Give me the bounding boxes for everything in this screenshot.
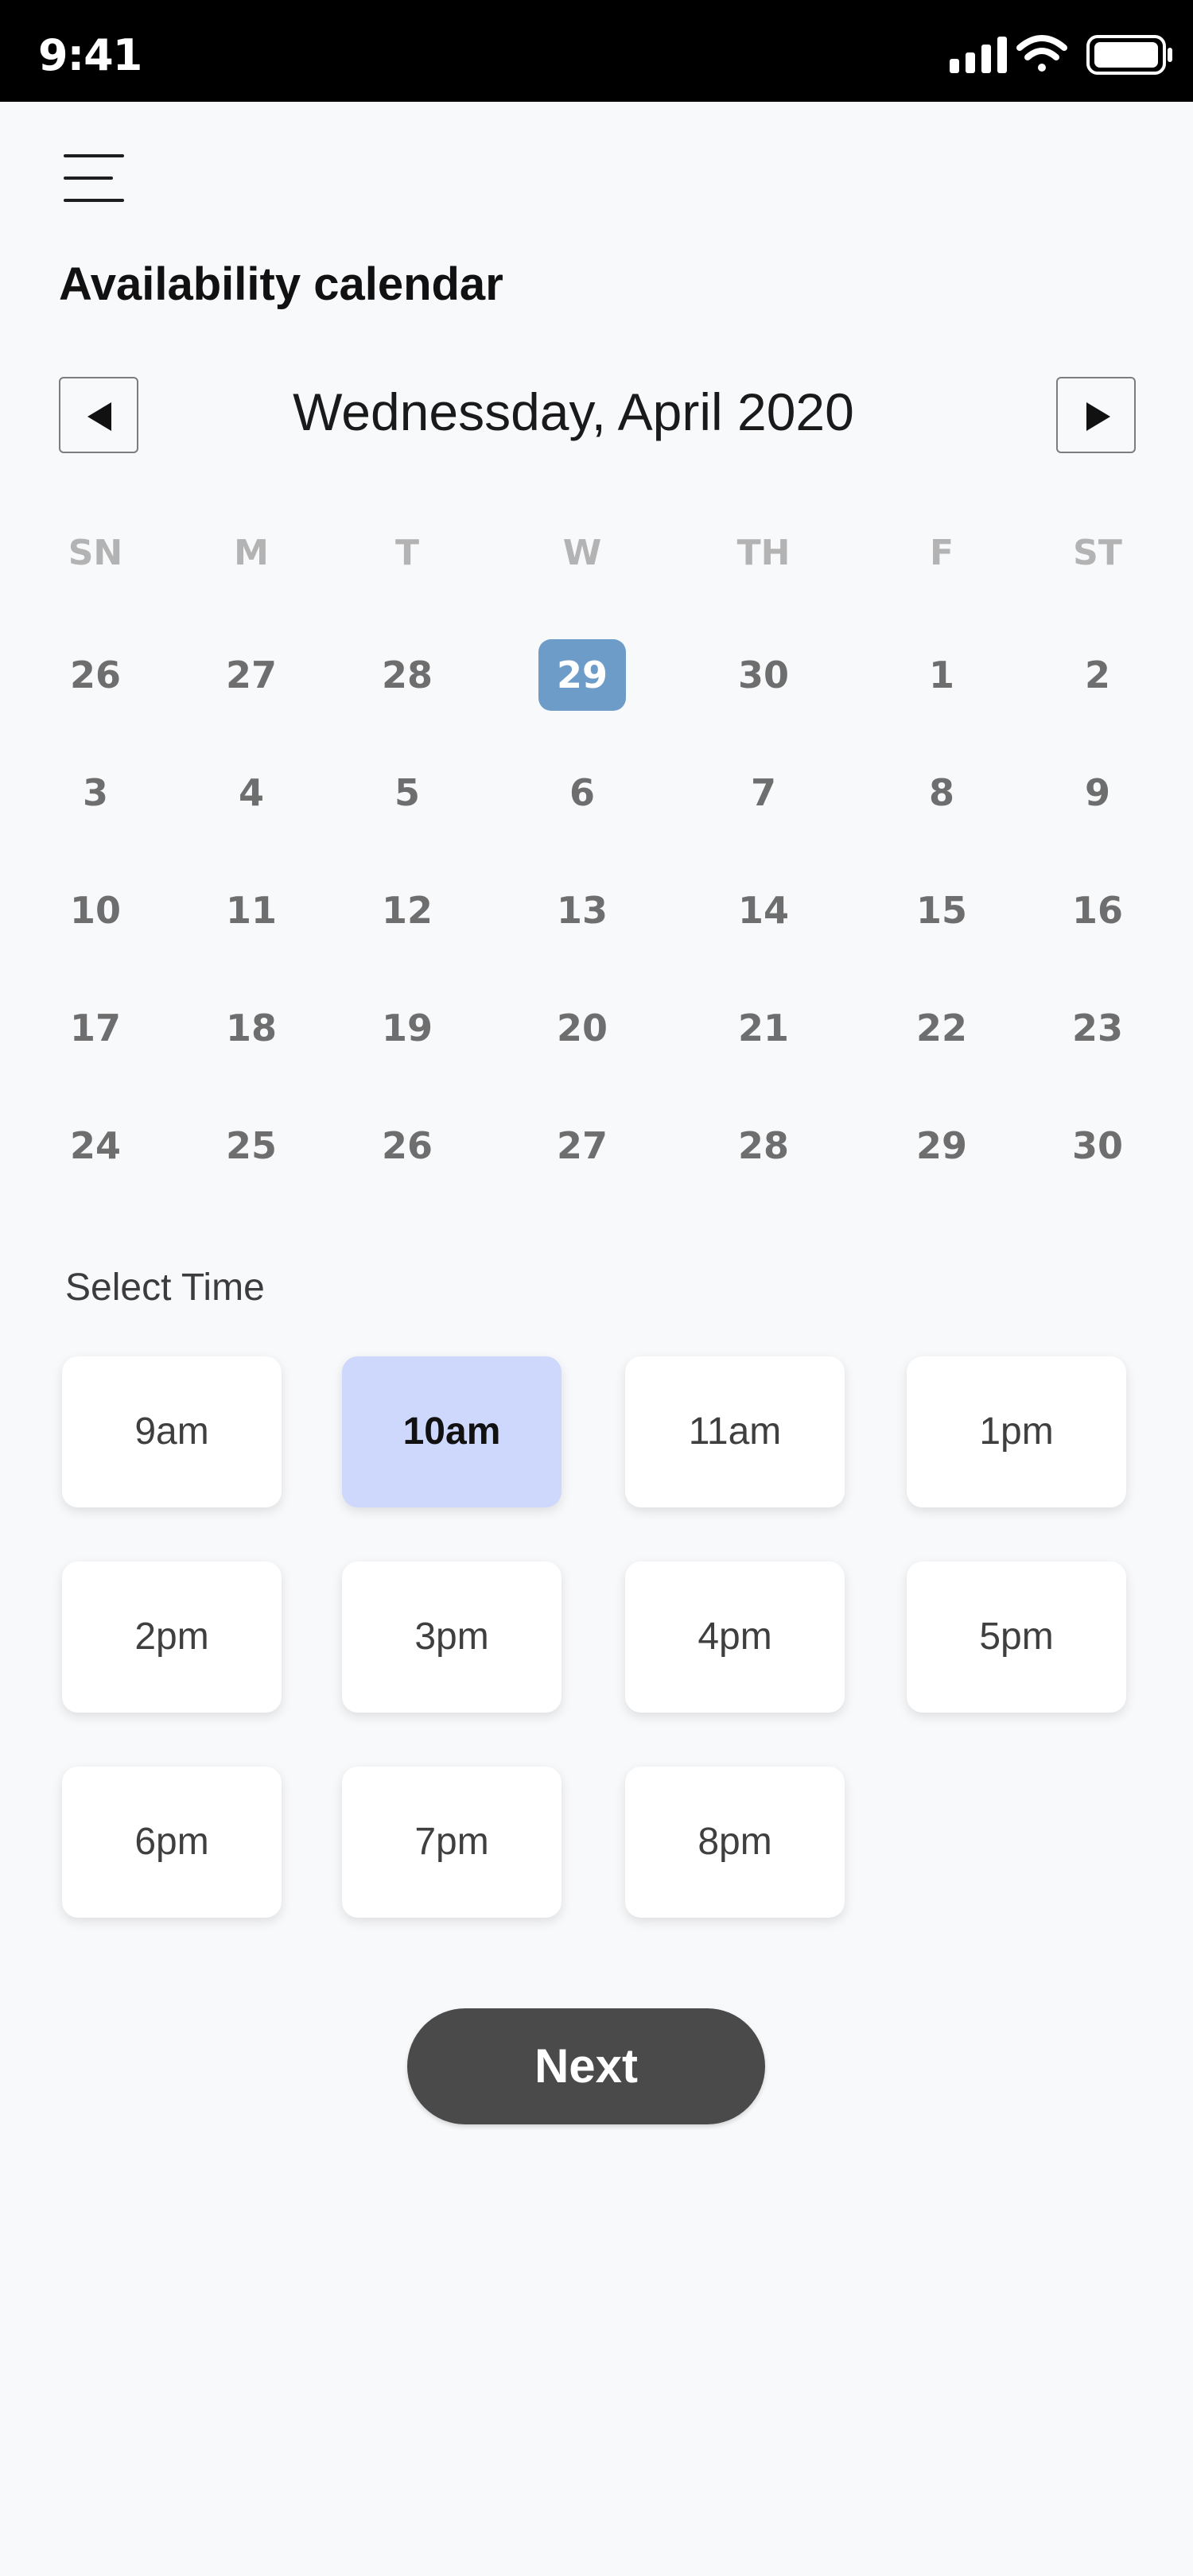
weekday-header: W — [562, 533, 602, 573]
calendar-day[interactable]: 20 — [538, 992, 626, 1064]
status-icons — [940, 30, 1179, 78]
time-slot-7pm[interactable]: 7pm — [342, 1767, 562, 1918]
calendar-day[interactable]: 28 — [720, 1110, 807, 1181]
time-slot-8pm[interactable]: 8pm — [625, 1767, 845, 1918]
calendar-day[interactable]: 30 — [1054, 1110, 1141, 1181]
calendar-day[interactable]: 7 — [720, 757, 807, 828]
time-slot-10am[interactable]: 10am — [342, 1356, 562, 1507]
caret-left-icon — [87, 402, 111, 431]
prev-month-button[interactable] — [59, 377, 138, 453]
calendar-day[interactable]: 2 — [1054, 639, 1141, 711]
select-time-label: Select Time — [65, 1267, 265, 1309]
calendar-day[interactable]: 1 — [898, 639, 985, 711]
calendar-day[interactable]: 26 — [52, 639, 139, 711]
calendar-day[interactable]: 15 — [898, 875, 985, 946]
calendar-day[interactable]: 4 — [208, 757, 295, 828]
calendar-day[interactable]: 18 — [208, 992, 295, 1064]
time-slot-1pm[interactable]: 1pm — [907, 1356, 1126, 1507]
calendar-day[interactable]: 28 — [363, 639, 451, 711]
weekday-header: TH — [736, 533, 791, 573]
calendar-day[interactable]: 10 — [52, 875, 139, 946]
cellular-signal-icon — [950, 37, 1007, 73]
weekday-header: M — [234, 533, 269, 573]
status-time: 9:41 — [38, 30, 142, 80]
caret-right-icon — [1086, 402, 1110, 431]
next-button[interactable]: Next — [407, 2008, 765, 2124]
calendar-day[interactable]: 29 — [898, 1110, 985, 1181]
calendar-day[interactable]: 27 — [538, 1110, 626, 1181]
weekday-header: T — [394, 533, 419, 573]
calendar-day[interactable]: 26 — [363, 1110, 451, 1181]
time-slot-11am[interactable]: 11am — [625, 1356, 845, 1507]
calendar-day[interactable]: 23 — [1054, 992, 1141, 1064]
calendar-day[interactable]: 8 — [898, 757, 985, 828]
weekday-header: SN — [68, 533, 123, 573]
status-bar: 9:41 — [0, 0, 1193, 102]
calendar-day[interactable]: 25 — [208, 1110, 295, 1181]
calendar-day-selected[interactable]: 29 — [538, 639, 626, 711]
calendar-day[interactable]: 3 — [52, 757, 139, 828]
calendar-day[interactable]: 12 — [363, 875, 451, 946]
time-slot-5pm[interactable]: 5pm — [907, 1562, 1126, 1713]
calendar-day[interactable]: 22 — [898, 992, 985, 1064]
calendar-day[interactable]: 11 — [208, 875, 295, 946]
calendar-day[interactable]: 16 — [1054, 875, 1141, 946]
calendar-day[interactable]: 9 — [1054, 757, 1141, 828]
hamburger-menu-icon[interactable] — [64, 149, 127, 207]
page-title: Availability calendar — [59, 258, 503, 310]
time-slot-3pm[interactable]: 3pm — [342, 1562, 562, 1713]
time-slot-2pm[interactable]: 2pm — [62, 1562, 282, 1713]
calendar-day[interactable]: 21 — [720, 992, 807, 1064]
time-slot-6pm[interactable]: 6pm — [62, 1767, 282, 1918]
calendar-day[interactable]: 17 — [52, 992, 139, 1064]
weekday-header: ST — [1073, 533, 1122, 573]
calendar-day[interactable]: 19 — [363, 992, 451, 1064]
calendar-day[interactable]: 5 — [363, 757, 451, 828]
next-month-button[interactable] — [1056, 377, 1136, 453]
month-label: Wednessday, April 2020 — [293, 382, 854, 441]
time-slot-9am[interactable]: 9am — [62, 1356, 282, 1507]
calendar-day[interactable]: 24 — [52, 1110, 139, 1181]
weekday-header: F — [929, 533, 954, 573]
calendar-day[interactable]: 30 — [720, 639, 807, 711]
battery-icon — [1086, 35, 1172, 75]
calendar-day[interactable]: 6 — [538, 757, 626, 828]
time-slot-4pm[interactable]: 4pm — [625, 1562, 845, 1713]
calendar-day[interactable]: 13 — [538, 875, 626, 946]
wifi-icon — [1016, 35, 1067, 72]
calendar-day[interactable]: 14 — [720, 875, 807, 946]
calendar-day[interactable]: 27 — [208, 639, 295, 711]
